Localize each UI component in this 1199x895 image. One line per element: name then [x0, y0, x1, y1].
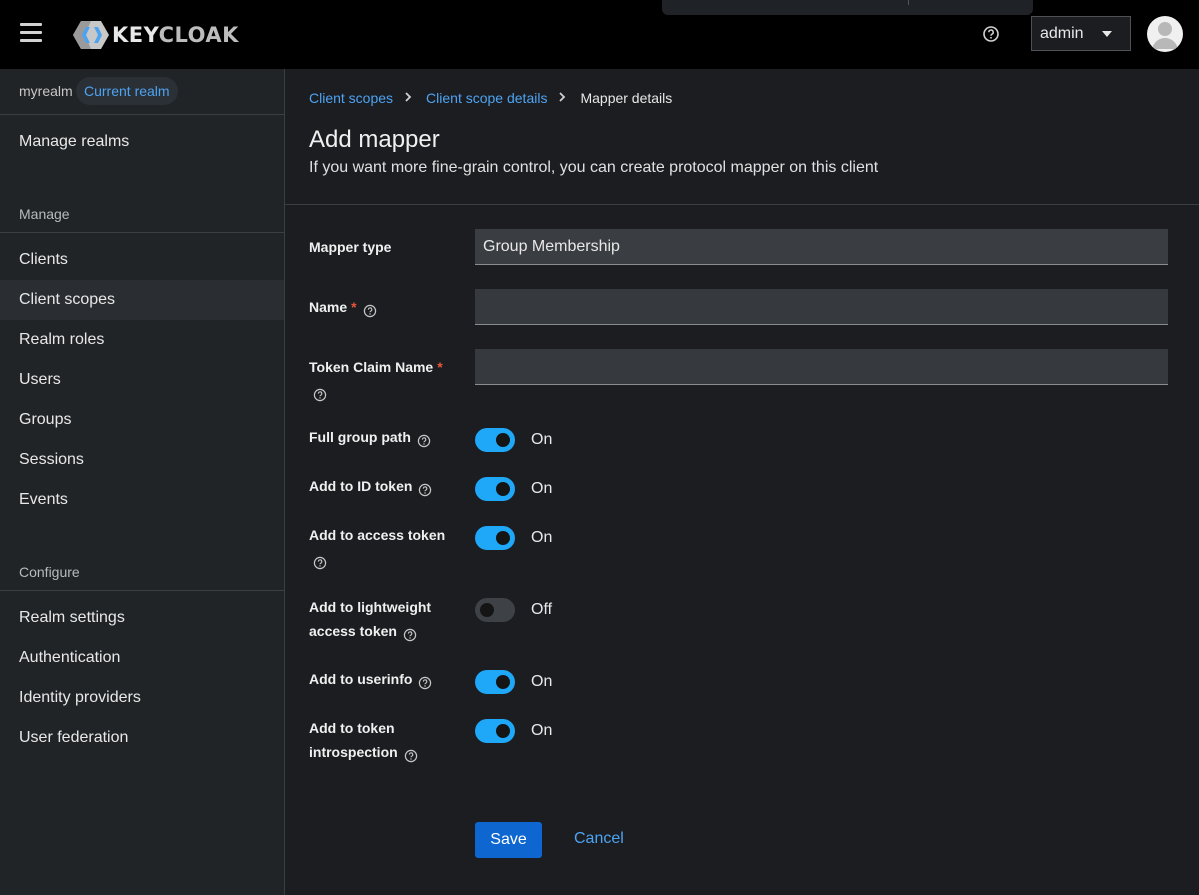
keycloak-logo-icon — [73, 21, 109, 49]
help-icon[interactable] — [363, 301, 377, 318]
add-to-access-token-toggle[interactable] — [475, 526, 515, 550]
top-strip — [662, 0, 1033, 15]
divider — [285, 204, 1199, 205]
breadcrumb-client-scope-details[interactable]: Client scope details — [426, 90, 547, 106]
add-to-lightweight-access-token-toggle[interactable] — [475, 598, 515, 622]
nav-section-manage: Manage — [19, 206, 70, 222]
cancel-button[interactable]: Cancel — [574, 830, 624, 848]
token-claim-name-label: Token Claim Name * — [309, 355, 459, 403]
nav-groups[interactable]: Groups — [0, 400, 284, 440]
mapper-type-label: Mapper type — [309, 239, 392, 255]
name-input[interactable] — [475, 289, 1168, 325]
toggle-state: On — [531, 722, 553, 739]
add-to-id-token-toggle[interactable] — [475, 477, 515, 501]
toggle-state: On — [531, 431, 553, 448]
divider — [0, 590, 284, 591]
logo-text: KEYCLOAK — [112, 23, 239, 47]
current-realm-badge[interactable]: Current realm — [76, 77, 178, 105]
add-to-access-token-label: Add to access token — [309, 523, 459, 571]
menu-icon[interactable] — [20, 23, 42, 43]
masthead: KEYCLOAK admin — [0, 0, 1199, 69]
add-to-userinfo-toggle[interactable] — [475, 670, 515, 694]
realm-name: myrealm — [19, 83, 73, 99]
divider — [0, 232, 284, 233]
chevron-right-icon — [404, 91, 412, 105]
token-claim-name-input[interactable] — [475, 349, 1168, 385]
required-mark: * — [351, 299, 357, 315]
nav-users[interactable]: Users — [0, 360, 284, 400]
realm-selector[interactable]: myrealm Current realm — [0, 69, 284, 115]
add-to-lightweight-access-token-label: Add to lightweight access token — [309, 599, 432, 642]
chevron-right-icon — [558, 91, 566, 105]
toggle-state: On — [531, 480, 553, 497]
help-icon[interactable] — [982, 25, 1000, 43]
page-description: If you want more fine-grain control, you… — [309, 159, 879, 176]
caret-down-icon — [1102, 31, 1112, 37]
help-icon[interactable] — [313, 553, 327, 570]
nav-identity-providers[interactable]: Identity providers — [0, 678, 284, 718]
breadcrumb: Client scopes Client scope details Mappe… — [309, 90, 672, 106]
nav-client-scopes[interactable]: Client scopes — [0, 280, 284, 320]
toggle-state: Off — [531, 601, 553, 618]
nav-authentication[interactable]: Authentication — [0, 638, 284, 678]
nav-user-federation[interactable]: User federation — [0, 718, 284, 758]
nav-manage-realms[interactable]: Manage realms — [0, 122, 284, 162]
required-mark: * — [437, 359, 443, 375]
user-name: admin — [1040, 24, 1084, 42]
page-title: Add mapper — [309, 126, 440, 153]
full-group-path-toggle[interactable] — [475, 428, 515, 452]
main-content: Client scopes Client scope details Mappe… — [285, 69, 1199, 895]
nav-realm-roles[interactable]: Realm roles — [0, 320, 284, 360]
nav-clients[interactable]: Clients — [0, 240, 284, 280]
help-icon[interactable] — [404, 746, 418, 763]
add-to-token-introspection-label: Add to token introspection — [309, 716, 419, 764]
add-to-token-introspection-toggle[interactable] — [475, 719, 515, 743]
breadcrumb-client-scopes[interactable]: Client scopes — [309, 90, 393, 106]
add-to-userinfo-label: Add to userinfo — [309, 667, 432, 691]
user-avatar[interactable] — [1147, 16, 1183, 52]
toggle-state: On — [531, 529, 553, 546]
help-icon[interactable] — [418, 673, 432, 690]
nav-sessions[interactable]: Sessions — [0, 440, 284, 480]
add-to-id-token-label: Add to ID token — [309, 474, 432, 498]
sidebar: myrealm Current realm Manage realms Mana… — [0, 69, 285, 895]
help-icon[interactable] — [403, 625, 417, 642]
nav-realm-settings[interactable]: Realm settings — [0, 598, 284, 638]
nav-section-configure: Configure — [19, 564, 80, 580]
toggle-state: On — [531, 673, 553, 690]
breadcrumb-current: Mapper details — [580, 90, 673, 106]
mapper-type-field[interactable] — [475, 229, 1168, 265]
save-button[interactable]: Save — [475, 822, 542, 858]
name-label: Name * — [309, 295, 377, 319]
nav-events[interactable]: Events — [0, 480, 284, 520]
help-icon[interactable] — [313, 385, 327, 402]
user-dropdown[interactable]: admin — [1031, 16, 1131, 51]
help-icon[interactable] — [418, 480, 432, 497]
full-group-path-label: Full group path — [309, 425, 431, 449]
help-icon[interactable] — [417, 431, 431, 448]
keycloak-logo[interactable]: KEYCLOAK — [72, 19, 239, 51]
